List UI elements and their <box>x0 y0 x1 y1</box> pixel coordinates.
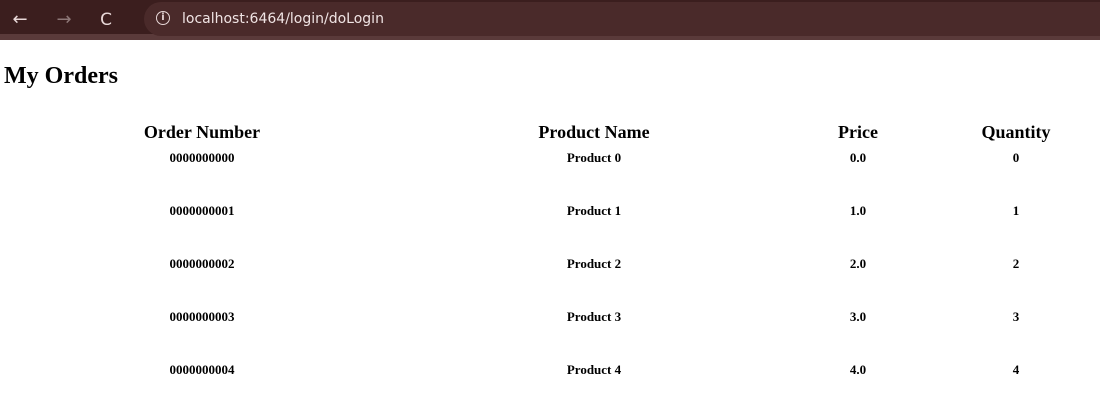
product-name-cell: Product 3 <box>566 309 622 324</box>
quantity-cell: 4 <box>1012 362 1020 377</box>
url-text[interactable]: localhost:6464/login/doLogin <box>182 9 384 29</box>
header-quantity: Quantity <box>981 122 1051 142</box>
table-row: 0000000002 Product 2 2.0 2 <box>0 250 1100 303</box>
order-number-cell: 0000000001 <box>169 203 235 218</box>
price-cell: 2.0 <box>849 256 867 271</box>
quantity-cell: 3 <box>1012 309 1020 324</box>
header-price: Price <box>838 122 878 142</box>
table-row: 0000000001 Product 1 1.0 1 <box>0 197 1100 250</box>
order-number-cell: 0000000002 <box>169 256 235 271</box>
price-cell: 1.0 <box>849 203 867 218</box>
product-name-cell: Product 0 <box>566 150 622 165</box>
product-name-cell: Product 1 <box>566 203 622 218</box>
quantity-cell: 2 <box>1012 256 1020 271</box>
price-cell: 0.0 <box>849 150 867 165</box>
address-bar[interactable]: i localhost:6464/login/doLogin <box>144 2 1100 36</box>
browser-toolbar: ← → C i localhost:6464/login/doLogin <box>0 0 1100 40</box>
price-cell: 4.0 <box>849 362 867 377</box>
header-order-number: Order Number <box>143 122 261 142</box>
quantity-cell: 0 <box>1012 150 1020 165</box>
product-name-cell: Product 2 <box>566 256 622 271</box>
order-number-cell: 0000000004 <box>169 362 235 377</box>
info-icon[interactable]: i <box>156 11 170 25</box>
page-title: My Orders <box>4 63 118 89</box>
order-number-cell: 0000000003 <box>169 309 235 324</box>
forward-arrow-icon[interactable]: → <box>52 8 76 32</box>
table-row: 0000000003 Product 3 3.0 3 <box>0 303 1100 356</box>
back-arrow-icon[interactable]: ← <box>8 8 32 32</box>
header-product-name: Product Name <box>538 122 650 142</box>
price-cell: 3.0 <box>849 309 867 324</box>
reload-icon[interactable]: C <box>94 8 118 32</box>
table-row: 0000000000 Product 0 0.0 0 <box>0 144 1100 197</box>
table-header-row: Order Number Product Name Price Quantity <box>0 120 1100 144</box>
quantity-cell: 1 <box>1012 203 1020 218</box>
order-number-cell: 0000000000 <box>169 150 235 165</box>
product-name-cell: Product 4 <box>566 362 622 377</box>
orders-table: Order Number Product Name Price Quantity… <box>0 120 1100 409</box>
table-row: 0000000004 Product 4 4.0 4 <box>0 356 1100 409</box>
